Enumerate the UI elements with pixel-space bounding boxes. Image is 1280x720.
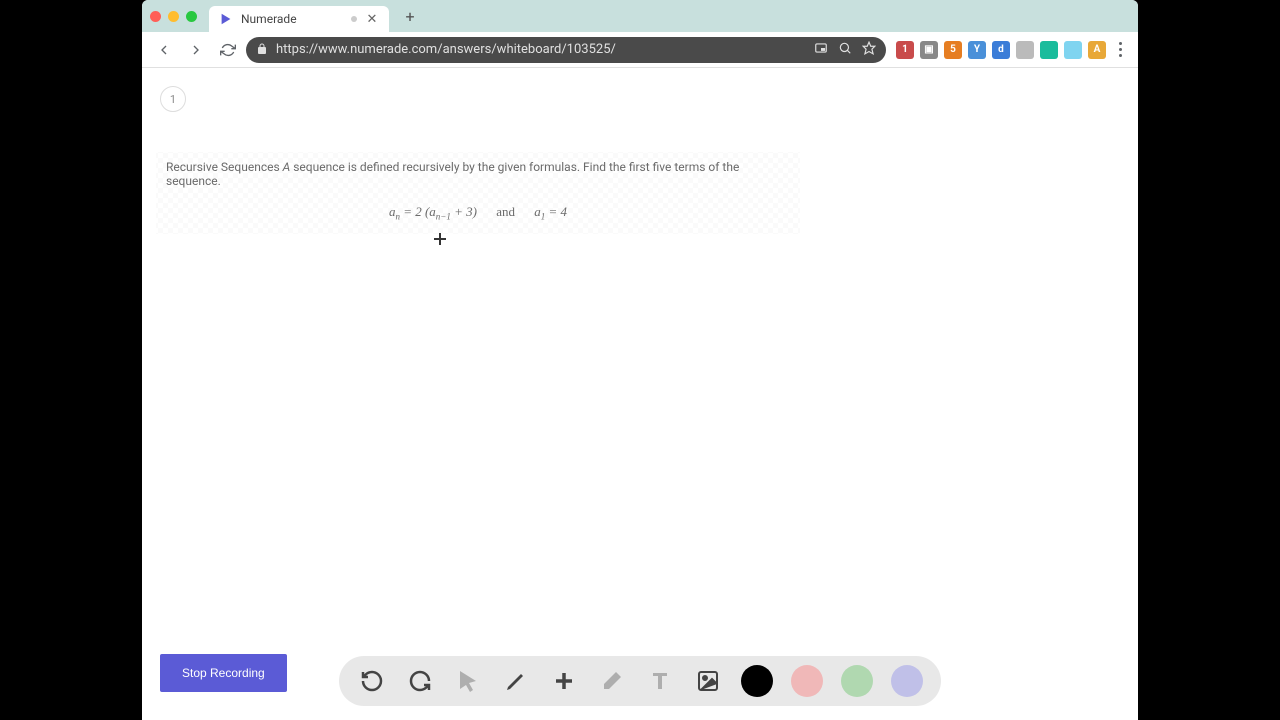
browser-menu[interactable] (1110, 42, 1130, 57)
color-purple[interactable] (891, 665, 923, 697)
pen-tool[interactable] (501, 666, 531, 696)
pip-icon[interactable] (814, 40, 828, 59)
tab-favicon-icon (219, 12, 233, 26)
tab-close-icon[interactable]: ✕ (365, 12, 379, 26)
address-bar: https://www.numerade.com/answers/whitebo… (142, 32, 1138, 68)
color-black[interactable] (741, 665, 773, 697)
extension-icon[interactable] (1040, 41, 1058, 59)
tab-bar: Numerade ✕ + (142, 0, 1138, 32)
star-icon[interactable] (862, 40, 876, 59)
url-bar[interactable]: https://www.numerade.com/answers/whitebo… (246, 37, 886, 63)
color-pink[interactable] (791, 665, 823, 697)
tab-audio-icon[interactable] (351, 16, 357, 22)
back-button[interactable] (150, 36, 178, 64)
url-text: https://www.numerade.com/answers/whitebo… (276, 42, 806, 57)
slide-number[interactable]: 1 (160, 86, 186, 112)
stop-recording-button[interactable]: Stop Recording (160, 654, 287, 692)
window-close[interactable] (150, 11, 161, 22)
undo-button[interactable] (357, 666, 387, 696)
crosshair-cursor-icon (434, 233, 446, 245)
extension-icons: 1 ▣ 5Yd A (896, 41, 1106, 59)
eraser-tool[interactable] (597, 666, 627, 696)
image-tool[interactable] (693, 666, 723, 696)
forward-button[interactable] (182, 36, 210, 64)
url-actions (814, 40, 876, 59)
extension-icon[interactable] (1064, 41, 1082, 59)
whiteboard-toolbar (339, 656, 941, 706)
page-content: 1 Recursive Sequences A sequence is defi… (142, 68, 1138, 720)
redo-button[interactable] (405, 666, 435, 696)
new-tab-button[interactable]: + (397, 3, 423, 29)
window-maximize[interactable] (186, 11, 197, 22)
add-tool[interactable] (549, 666, 579, 696)
problem-statement: Recursive Sequences A sequence is define… (166, 160, 790, 188)
extension-icon[interactable]: d (992, 41, 1010, 59)
window-controls (150, 11, 197, 22)
lock-icon (256, 40, 268, 59)
tab-title: Numerade (241, 12, 343, 26)
reload-button[interactable] (214, 36, 242, 64)
browser-tab[interactable]: Numerade ✕ (209, 6, 389, 32)
extension-icon[interactable]: ▣ (920, 41, 938, 59)
formula: an = 2 (an−1 + 3) and a1 = 4 (166, 204, 790, 222)
extension-icon[interactable] (1016, 41, 1034, 59)
color-green[interactable] (841, 665, 873, 697)
extension-icon[interactable]: Y (968, 41, 986, 59)
extension-icon[interactable]: A (1088, 41, 1106, 59)
whiteboard-problem: Recursive Sequences A sequence is define… (156, 152, 800, 234)
browser-window: Numerade ✕ + https://www.numerade.com/an… (142, 0, 1138, 720)
zoom-icon[interactable] (838, 40, 852, 59)
text-tool[interactable] (645, 666, 675, 696)
extension-icon[interactable]: 1 (896, 41, 914, 59)
extension-icon[interactable]: 5 (944, 41, 962, 59)
window-minimize[interactable] (168, 11, 179, 22)
pointer-tool[interactable] (453, 666, 483, 696)
